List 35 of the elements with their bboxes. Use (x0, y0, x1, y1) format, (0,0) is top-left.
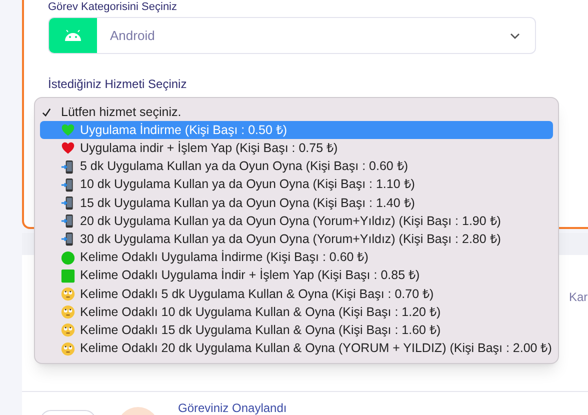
notification-title: Göreviniz Onaylandı (178, 401, 287, 415)
menu-option[interactable]: Kelime Odaklı Uygulama İndirme (Kişi Başı : 0.60 ₺) (40, 248, 553, 267)
menu-option[interactable]: Kelime Odaklı 20 dk Uygulama Kullan & Oyna (YORUM + YILDIZ) (Kişi Başı : 2.00 ₺) (40, 339, 553, 358)
face-icon (61, 323, 75, 338)
phone-arrow-icon (61, 160, 75, 174)
select-value: Android (110, 26, 156, 45)
heart-icon (61, 123, 75, 138)
menu-option[interactable]: Kelime Odaklı 10 dk Uygulama Kullan & Oyna (Kişi Başı : 1.20 ₺) (40, 303, 553, 322)
chevron-down-icon (510, 32, 520, 38)
menu-option[interactable]: Kelime Odaklı 5 dk Uygulama Kullan & Oyna (Kişi Başı : 0.70 ₺) (40, 284, 553, 304)
menu-option[interactable]: 15 dk Uygulama Kullan ya da Oyun Oyna (Kişi Başı : 1.40 ₺) (40, 194, 553, 212)
menu-option[interactable]: Kelime Odaklı 15 dk Uygulama Kullan & Oyna (Kişi Başı : 1.60 ₺) (40, 321, 553, 340)
side-text: Kar (569, 289, 588, 306)
category-select[interactable]: Android (48, 17, 536, 54)
android-icon (64, 30, 82, 42)
menu-option[interactable]: 20 dk Uygulama Kullan ya da Oyun Oyna (Yorum+Yıldız) (Kişi Başı : 1.90 ₺) (40, 212, 553, 230)
circle-icon (61, 250, 75, 265)
menu-option[interactable]: Kelime Odaklı Uygulama İndir + İşlem Yap (Kişi Başı : 0.85 ₺) (40, 266, 553, 285)
menu-option[interactable]: 10 dk Uygulama Kullan ya da Oyun Oyna (Kişi Başı : 1.10 ₺) (40, 176, 553, 194)
face-icon (61, 342, 75, 356)
heart-icon (61, 141, 75, 156)
phone-arrow-icon (61, 214, 75, 228)
face-icon (61, 305, 75, 320)
phone-arrow-icon (61, 178, 75, 192)
face-icon (61, 286, 75, 301)
menu-option[interactable]: 5 dk Uygulama Kullan ya da Oyun Oyna (Kişi Başı : 0.60 ₺) (40, 158, 553, 176)
checkmark-icon (42, 108, 51, 117)
phone-arrow-icon (61, 196, 75, 210)
field-label: Görev Kategorisini Seçiniz (48, 0, 178, 14)
square-icon (61, 268, 75, 283)
menu-option[interactable]: Lütfen hizmet seçiniz. (40, 103, 553, 122)
menu-option[interactable]: 30 dk Uygulama Kullan ya da Oyun Oyna (Yorum+Yıldız) (Kişi Başı : 2.80 ₺) (40, 230, 553, 248)
menu-option[interactable]: Uygulama indir + İşlem Yap (Kişi Başı : 0.75 ₺) (40, 139, 553, 158)
phone-arrow-icon (61, 232, 75, 246)
field-label: İstediğiniz Hizmeti Seçiniz (48, 76, 188, 92)
